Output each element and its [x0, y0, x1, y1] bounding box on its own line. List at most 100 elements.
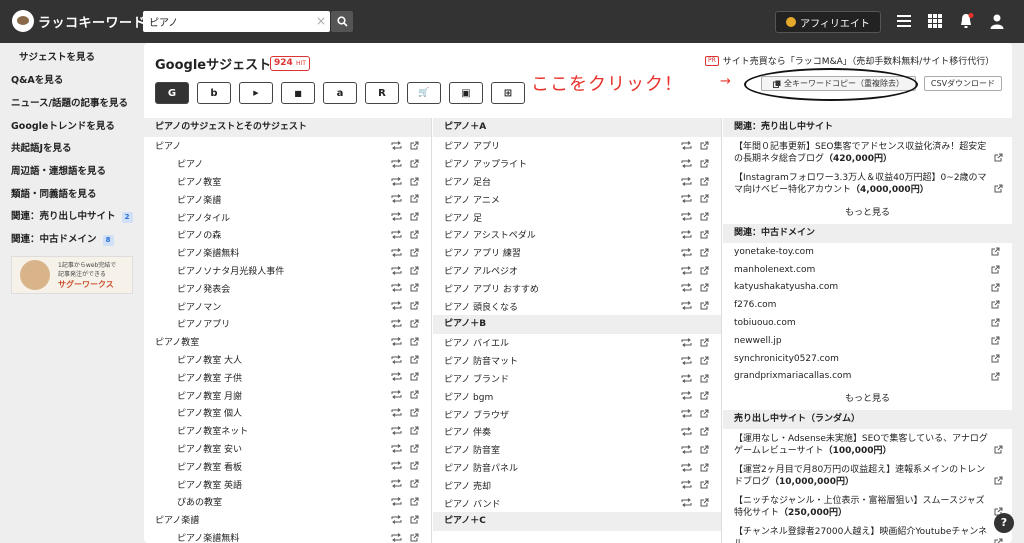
suggest-row[interactable]: ピアノ アプリ — [433, 137, 721, 155]
repeat-search-icon[interactable] — [681, 230, 692, 239]
repeat-search-icon[interactable] — [391, 336, 402, 346]
tab-google[interactable]: G — [155, 82, 189, 104]
repeat-search-icon[interactable] — [681, 391, 692, 401]
bell-icon[interactable] — [958, 13, 974, 29]
tab-rakuten[interactable]: R — [365, 82, 399, 104]
suggest-row[interactable]: ピアノ教室 大人 — [144, 351, 431, 369]
suggest-row[interactable]: ピアノ教室 月謝 — [144, 386, 431, 404]
sidebar-item-cooccurrence[interactable]: 共起語Jを見る — [11, 140, 72, 154]
repeat-search-icon[interactable] — [391, 176, 402, 186]
external-link-icon[interactable] — [994, 153, 1003, 162]
repeat-search-icon[interactable] — [391, 461, 402, 471]
suggest-row[interactable]: ピアノ教室 — [144, 173, 431, 191]
external-link-icon[interactable] — [994, 476, 1003, 485]
repeat-search-icon[interactable] — [681, 444, 692, 454]
external-link-icon[interactable] — [991, 372, 1000, 381]
repeat-search-icon[interactable] — [681, 247, 692, 257]
external-link-icon[interactable] — [410, 248, 419, 257]
suggest-row[interactable]: ピアノ アシストペダル — [433, 226, 721, 244]
external-link-icon[interactable] — [700, 283, 709, 292]
external-link-icon[interactable] — [410, 355, 419, 364]
external-link-icon[interactable] — [700, 391, 709, 400]
suggest-row[interactable]: ピアノ教室 個人 — [144, 404, 431, 422]
repeat-search-icon[interactable] — [391, 354, 402, 364]
external-link-icon[interactable] — [700, 427, 709, 436]
repeat-search-icon[interactable] — [391, 425, 402, 435]
tab-bing[interactable]: b — [197, 82, 231, 104]
external-link-icon[interactable] — [700, 463, 709, 472]
external-link-icon[interactable] — [700, 338, 709, 347]
external-link-icon[interactable] — [991, 336, 1000, 345]
sidebar-item-qa[interactable]: Q&Aを見る — [11, 72, 63, 86]
sidebar-item-news[interactable]: ニュース/話題の記事を見る — [11, 95, 128, 109]
suggest-row[interactable]: ピアノ教室 英語 — [144, 475, 431, 493]
repeat-search-icon[interactable] — [681, 283, 692, 293]
tab-image[interactable]: ▣ — [449, 82, 483, 104]
repeat-search-icon[interactable] — [681, 338, 692, 347]
external-link-icon[interactable] — [410, 444, 419, 453]
external-link-icon[interactable] — [410, 515, 419, 524]
repeat-search-icon[interactable] — [681, 158, 692, 168]
repeat-search-icon[interactable] — [391, 212, 402, 222]
repeat-search-icon[interactable] — [391, 158, 402, 168]
external-link-icon[interactable] — [700, 480, 709, 489]
external-link-icon[interactable] — [700, 212, 709, 221]
external-link-icon[interactable] — [410, 408, 419, 417]
suggest-row[interactable]: ピアノ アニメ — [433, 190, 721, 208]
external-link-icon[interactable] — [410, 319, 419, 328]
repeat-search-icon[interactable] — [681, 427, 692, 436]
repeat-search-icon[interactable] — [681, 409, 692, 419]
suggest-row[interactable]: ピアノ ブランド — [433, 370, 721, 388]
suggest-row[interactable]: ピアノ バンド — [433, 494, 721, 512]
suggest-row[interactable]: ピアノ教室 安い — [144, 440, 431, 458]
site-listing[interactable]: 【運営2ヶ月目で月80万円の収益超え】速報系メインのトレンドブログ（10,000… — [723, 460, 1012, 488]
repeat-search-icon[interactable] — [391, 265, 402, 275]
site-listing[interactable]: 【運用なし・Adsense未実施】SEOで集客している、アナログゲームレビューサ… — [723, 429, 1012, 457]
grid-apps-icon[interactable] — [927, 13, 943, 29]
user-icon[interactable] — [989, 13, 1005, 29]
repeat-search-icon[interactable] — [681, 498, 692, 508]
suggest-row[interactable]: ピアノ アップライト — [433, 155, 721, 173]
external-link-icon[interactable] — [410, 372, 419, 381]
suggest-row[interactable]: ピアノ ブラウザ — [433, 405, 721, 423]
repeat-search-icon[interactable] — [681, 265, 692, 275]
domain-row[interactable]: katyushakatyusha.com — [723, 279, 1012, 297]
suggest-row[interactable]: ピアノ教室 看板 — [144, 457, 431, 475]
domain-row[interactable]: yonetake-toy.com — [723, 243, 1012, 261]
search-input[interactable]: ピアノ × — [143, 11, 330, 32]
suggest-row[interactable]: ピアノ 防音室 — [433, 441, 721, 459]
repeat-search-icon[interactable] — [681, 480, 692, 490]
external-link-icon[interactable] — [700, 194, 709, 203]
suggest-row[interactable]: ピアノアプリ — [144, 315, 431, 333]
suggest-row[interactable]: ピアノ 伴奏 — [433, 423, 721, 441]
external-link-icon[interactable] — [991, 354, 1000, 363]
external-link-icon[interactable] — [991, 318, 1000, 327]
external-link-icon[interactable] — [410, 230, 419, 239]
external-link-icon[interactable] — [410, 533, 419, 542]
suggest-row[interactable]: ピアノ 防音マット — [433, 352, 721, 370]
external-link-icon[interactable] — [410, 266, 419, 275]
external-link-icon[interactable] — [410, 283, 419, 292]
suggest-row[interactable]: ピアノ バイエル — [433, 334, 721, 352]
suggest-row[interactable]: ピアノ アプリ おすすめ — [433, 279, 721, 297]
domain-row[interactable]: tobiuouo.com — [723, 314, 1012, 332]
external-link-icon[interactable] — [410, 461, 419, 470]
domain-row[interactable]: manholenext.com — [723, 261, 1012, 279]
pr-link[interactable]: PR サイト売買なら「ラッコM&A」（売却手数料無料/サイト移行代行） — [705, 54, 994, 67]
external-link-icon[interactable] — [410, 390, 419, 399]
repeat-search-icon[interactable] — [681, 355, 692, 365]
repeat-search-icon[interactable] — [391, 479, 402, 489]
suggest-row[interactable]: ピアノソナタ月光殺人事件 — [144, 262, 431, 280]
site-listing[interactable]: 【Instagramフォロワー3.3万人＆収益40万円超】0~2歳のママ向けベビ… — [723, 168, 1012, 196]
external-link-icon[interactable] — [991, 247, 1000, 256]
repeat-search-icon[interactable] — [391, 497, 402, 506]
repeat-search-icon[interactable] — [391, 230, 402, 239]
tab-apps[interactable]: ⊞ — [491, 82, 525, 104]
repeat-search-icon[interactable] — [681, 194, 692, 204]
menu-icon[interactable] — [896, 13, 912, 29]
repeat-search-icon[interactable] — [681, 373, 692, 383]
site-listing[interactable]: 【年間０記事更新】SEO集客でアドセンス収益化済み！超安定の長期ネタ総合ブログ（… — [723, 137, 1012, 165]
repeat-search-icon[interactable] — [391, 372, 402, 382]
suggest-row[interactable]: ピアノ アルペジオ — [433, 262, 721, 280]
external-link-icon[interactable] — [410, 497, 419, 506]
